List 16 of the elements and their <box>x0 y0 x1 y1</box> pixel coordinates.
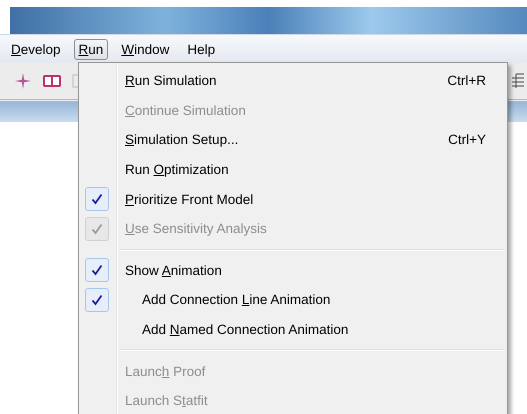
menu-item[interactable]: Add Connection Line Animation <box>142 292 330 308</box>
shortcut-label: Ctrl+R <box>447 73 486 88</box>
menu-item[interactable]: Simulation Setup... <box>125 132 238 148</box>
menu-item[interactable]: Prioritize Front Model <box>125 192 254 207</box>
list-icon[interactable] <box>511 72 525 90</box>
menu-title[interactable]: Help <box>182 38 220 60</box>
sparkle-icon[interactable] <box>14 72 32 90</box>
menu-title[interactable]: Develop <box>10 38 66 60</box>
shortcut-label: Ctrl+Y <box>448 132 486 148</box>
menu-item[interactable]: Show Animation <box>125 262 222 278</box>
menu-item[interactable]: Run Optimization <box>125 162 229 178</box>
menu-title[interactable]: Window <box>116 38 174 60</box>
menu-item[interactable]: Add Named Connection Animation <box>142 322 348 338</box>
menu-title[interactable]: Run <box>74 38 108 60</box>
menu-item[interactable]: Run Simulation <box>125 73 217 88</box>
book-icon[interactable] <box>42 73 62 89</box>
